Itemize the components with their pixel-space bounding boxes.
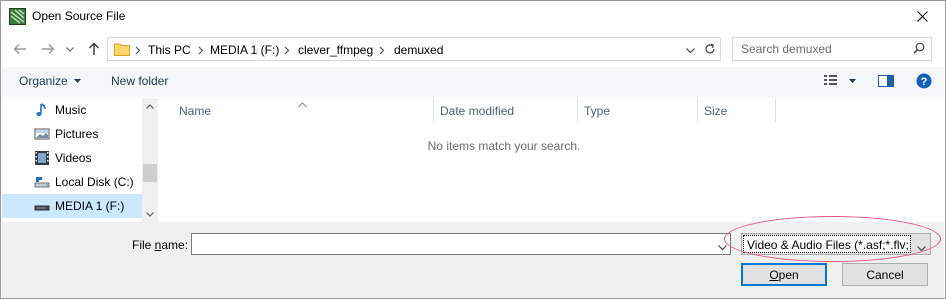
close-button[interactable]	[899, 1, 945, 32]
column-header-size[interactable]: Size	[704, 104, 727, 118]
recent-locations-button[interactable]	[64, 41, 76, 57]
open-button[interactable]: Open	[741, 263, 827, 286]
breadcrumb-clever-ffmpeg[interactable]: clever_ffmpeg	[298, 43, 373, 57]
up-arrow-icon	[89, 42, 99, 55]
film-app-icon	[9, 8, 26, 25]
nav-pane-scrollbar[interactable]	[142, 98, 158, 222]
nav-item-label: Pictures	[55, 127, 99, 141]
file-list: Name Date modified Type Size No items ma…	[159, 98, 945, 222]
column-header-date-modified[interactable]: Date modified	[440, 104, 514, 118]
nav-item-media-drive[interactable]: MEDIA 1 (F:)	[2, 194, 142, 218]
up-button[interactable]	[85, 41, 103, 57]
refresh-button[interactable]	[702, 41, 718, 57]
search-box[interactable]	[732, 37, 932, 61]
file-type-select[interactable]: Video & Audio Files (*.asf;*.flv;	[741, 233, 931, 255]
scroll-up-icon[interactable]	[145, 101, 155, 111]
file-name-label-prefix: File	[132, 238, 155, 252]
breadcrumb-separator-icon	[284, 44, 290, 58]
chevron-down-icon[interactable]	[917, 240, 926, 254]
refresh-icon	[705, 43, 715, 54]
nav-item-label: Local Disk (C:)	[55, 175, 134, 189]
music-note-icon	[34, 102, 50, 118]
back-button[interactable]	[11, 41, 29, 57]
help-button[interactable]: ?	[916, 73, 932, 89]
dropdown-arrow-icon	[849, 79, 856, 83]
new-folder-button[interactable]: New folder	[111, 74, 168, 88]
column-header-name[interactable]: Name	[179, 104, 211, 118]
file-type-selected: Video & Audio Files (*.asf;*.flv;	[743, 235, 911, 253]
change-view-button[interactable]	[823, 74, 856, 88]
file-name-label: File name:	[132, 238, 188, 252]
window-title: Open Source File	[32, 9, 126, 23]
details-view-icon	[824, 75, 837, 85]
organize-label: Organize	[19, 74, 68, 88]
address-bar[interactable]: This PC MEDIA 1 (F:) clever_ffmpeg demux…	[107, 37, 721, 61]
pictures-icon	[34, 126, 50, 142]
nav-item-label: Music	[55, 103, 87, 117]
breadcrumb-separator-icon	[198, 44, 204, 58]
folder-icon	[114, 42, 130, 59]
open-button-rest: pen	[778, 267, 799, 282]
svg-text:?: ?	[921, 76, 928, 88]
file-name-input[interactable]	[195, 237, 705, 251]
title-bar: Open Source File	[1, 1, 945, 32]
forward-arrow-icon	[42, 44, 55, 54]
column-divider[interactable]	[577, 98, 578, 122]
nav-item-label: Videos	[55, 151, 92, 165]
open-file-dialog: Open Source File This PC MEDIA 1 (F:) cl…	[0, 0, 946, 299]
empty-folder-message: No items match your search.	[427, 139, 581, 153]
local-disk-icon	[34, 174, 50, 190]
preview-pane-button[interactable]	[878, 74, 894, 88]
scroll-down-icon[interactable]	[145, 209, 155, 219]
new-folder-label: New folder	[111, 74, 169, 88]
help-icon: ?	[916, 73, 932, 89]
column-header-type[interactable]: Type	[584, 104, 610, 118]
search-icon[interactable]	[913, 42, 925, 57]
videos-icon	[34, 150, 50, 166]
file-name-combobox[interactable]	[191, 233, 731, 255]
scrollbar-thumb[interactable]	[143, 164, 157, 182]
chevron-down-icon	[685, 47, 695, 53]
command-bar: Organize New folder ?	[2, 67, 944, 97]
column-divider[interactable]	[697, 98, 698, 122]
forward-button[interactable]	[39, 41, 57, 57]
navigation-pane: Music Pictures Videos Local Disk (C:) ME…	[2, 98, 158, 222]
dialog-footer: File name: Video & Audio Files (*.asf;*.…	[2, 222, 944, 298]
chevron-down-icon	[66, 46, 74, 52]
nav-item-videos[interactable]: Videos	[2, 146, 142, 170]
open-button-accel: O	[769, 267, 779, 282]
nav-item-local-disk[interactable]: Local Disk (C:)	[2, 170, 142, 194]
breadcrumb-separator-icon	[135, 44, 141, 58]
dropdown-arrow-icon	[73, 79, 81, 83]
nav-item-pictures[interactable]: Pictures	[2, 122, 142, 146]
back-arrow-icon	[13, 44, 26, 54]
cancel-button[interactable]: Cancel	[842, 263, 928, 286]
column-divider[interactable]	[775, 98, 776, 122]
breadcrumb-demuxed[interactable]: demuxed	[394, 43, 443, 57]
breadcrumb-media-drive[interactable]: MEDIA 1 (F:)	[210, 43, 279, 57]
chevron-down-icon[interactable]	[718, 239, 727, 253]
removable-drive-icon	[34, 198, 50, 214]
nav-item-label: MEDIA 1 (F:)	[55, 199, 125, 213]
address-dropdown-button[interactable]	[682, 42, 698, 58]
file-name-label-suffix: ame:	[161, 238, 189, 252]
close-icon	[916, 11, 928, 22]
breadcrumb-separator-icon	[379, 44, 385, 58]
column-divider[interactable]	[433, 98, 434, 122]
breadcrumb-this-pc[interactable]: This PC	[148, 43, 191, 57]
nav-item-music[interactable]: Music	[2, 98, 142, 122]
organize-button[interactable]: Organize	[19, 74, 81, 88]
search-input[interactable]	[741, 42, 901, 56]
preview-pane-icon	[878, 75, 894, 87]
sort-ascending-icon	[298, 97, 307, 111]
